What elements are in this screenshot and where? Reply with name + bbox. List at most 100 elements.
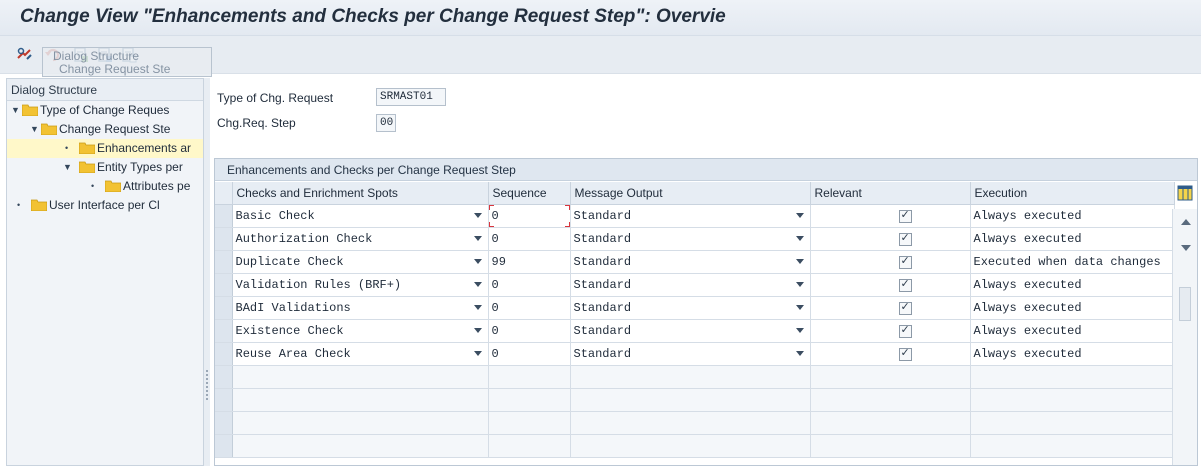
empty-cell[interactable] bbox=[570, 388, 811, 412]
row-selector[interactable] bbox=[215, 250, 233, 274]
checks-dropdown[interactable]: Duplicate Check bbox=[232, 250, 489, 274]
checks-dropdown[interactable]: BAdI Validations bbox=[232, 296, 489, 320]
dropdown-arrow-icon[interactable] bbox=[795, 258, 804, 264]
message-output-dropdown[interactable]: Standard bbox=[570, 342, 811, 366]
dropdown-arrow-icon[interactable] bbox=[795, 327, 804, 333]
tree-item-change-request-step[interactable]: ▼ Change Request Ste bbox=[7, 120, 203, 139]
row-selector[interactable] bbox=[215, 365, 233, 389]
sequence-input[interactable]: 0 bbox=[488, 273, 571, 297]
empty-cell[interactable] bbox=[232, 365, 489, 389]
dropdown-arrow-icon[interactable] bbox=[473, 281, 482, 287]
sequence-input[interactable]: 99 bbox=[488, 250, 571, 274]
empty-cell[interactable] bbox=[488, 411, 571, 435]
empty-cell[interactable] bbox=[970, 411, 1175, 435]
vertical-scrollbar[interactable] bbox=[1172, 209, 1197, 465]
table-row-empty[interactable] bbox=[215, 365, 1175, 389]
scroll-up-icon[interactable] bbox=[1181, 219, 1191, 225]
table-row[interactable]: Authorization Check 0 Standard Always execu… bbox=[215, 227, 1175, 251]
select-all-icon[interactable] bbox=[71, 45, 91, 65]
row-selector-header[interactable] bbox=[215, 182, 233, 205]
dropdown-arrow-icon[interactable] bbox=[473, 350, 482, 356]
dropdown-arrow-icon[interactable] bbox=[473, 235, 482, 241]
sequence-input[interactable]: 0 bbox=[488, 227, 571, 251]
row-selector[interactable] bbox=[215, 319, 233, 343]
panel-splitter[interactable] bbox=[204, 78, 210, 466]
dropdown-arrow-icon[interactable] bbox=[473, 304, 482, 310]
change-request-step-field[interactable]: 00 bbox=[376, 114, 396, 132]
message-output-dropdown[interactable]: Standard bbox=[570, 250, 811, 274]
tree-item-enhancements[interactable]: • Enhancements ar bbox=[7, 139, 203, 158]
column-settings-icon[interactable] bbox=[1177, 185, 1193, 201]
table-row[interactable]: Reuse Area Check 0 Standard Always executed bbox=[215, 342, 1175, 366]
empty-cell[interactable] bbox=[488, 434, 571, 458]
sequence-input[interactable]: 0 bbox=[488, 319, 571, 343]
row-selector[interactable] bbox=[215, 434, 233, 458]
relevant-checkbox[interactable] bbox=[898, 208, 912, 223]
tree-item-attributes[interactable]: • Attributes pe bbox=[7, 177, 203, 196]
checks-dropdown[interactable]: Existence Check bbox=[232, 319, 489, 343]
message-output-dropdown[interactable]: Standard bbox=[570, 319, 811, 343]
empty-cell[interactable] bbox=[810, 434, 971, 458]
row-selector[interactable] bbox=[215, 411, 233, 435]
select-block-icon[interactable] bbox=[95, 45, 115, 65]
row-selector[interactable] bbox=[215, 388, 233, 412]
dropdown-arrow-icon[interactable] bbox=[473, 327, 482, 333]
checks-dropdown[interactable]: Basic Check bbox=[232, 204, 489, 228]
sequence-input[interactable]: 0 bbox=[488, 204, 571, 228]
table-row[interactable]: Existence Check 0 Standard Always executed bbox=[215, 319, 1175, 343]
row-selector[interactable] bbox=[215, 273, 233, 297]
dropdown-arrow-icon[interactable] bbox=[795, 350, 804, 356]
sequence-input[interactable]: 0 bbox=[488, 296, 571, 320]
scroll-down-icon[interactable] bbox=[1181, 245, 1191, 251]
row-selector[interactable] bbox=[215, 227, 233, 251]
message-output-dropdown[interactable]: Standard bbox=[570, 204, 811, 228]
checks-dropdown[interactable]: Validation Rules (BRF+) bbox=[232, 273, 489, 297]
expand-arrow-icon[interactable]: ▼ bbox=[30, 120, 40, 139]
relevant-checkbox[interactable] bbox=[898, 300, 912, 315]
splitter-grip-icon[interactable] bbox=[206, 370, 208, 400]
expand-arrow-icon[interactable]: ▼ bbox=[63, 158, 73, 177]
empty-cell[interactable] bbox=[570, 411, 811, 435]
empty-cell[interactable] bbox=[970, 388, 1175, 412]
row-selector[interactable] bbox=[215, 296, 233, 320]
relevant-checkbox[interactable] bbox=[898, 346, 912, 361]
empty-cell[interactable] bbox=[810, 365, 971, 389]
row-selector[interactable] bbox=[215, 342, 233, 366]
empty-cell[interactable] bbox=[488, 388, 571, 412]
tree-item-user-interface[interactable]: • User Interface per Cl bbox=[7, 196, 203, 215]
message-output-dropdown[interactable]: Standard bbox=[570, 296, 811, 320]
table-row[interactable]: Basic Check 0 Standard Always executed bbox=[215, 204, 1175, 228]
column-header-message-output[interactable]: Message Output bbox=[570, 182, 811, 205]
table-row[interactable]: Duplicate Check 99 Standard Executed when d… bbox=[215, 250, 1175, 274]
message-output-dropdown[interactable]: Standard bbox=[570, 227, 811, 251]
table-row[interactable]: BAdI Validations 0 Standard Always executed bbox=[215, 296, 1175, 320]
table-row[interactable]: Validation Rules (BRF+) 0 Standard Always e… bbox=[215, 273, 1175, 297]
dropdown-arrow-icon[interactable] bbox=[795, 281, 804, 287]
empty-cell[interactable] bbox=[232, 434, 489, 458]
column-header-checks[interactable]: Checks and Enrichment Spots bbox=[232, 182, 489, 205]
sequence-input[interactable]: 0 bbox=[488, 342, 571, 366]
empty-cell[interactable] bbox=[810, 411, 971, 435]
tree-item-type-of-change-request[interactable]: ▼ Type of Change Reques bbox=[7, 101, 203, 120]
deselect-all-icon[interactable] bbox=[119, 45, 139, 65]
dropdown-arrow-icon[interactable] bbox=[795, 304, 804, 310]
display-change-icon[interactable] bbox=[15, 45, 35, 65]
relevant-checkbox[interactable] bbox=[898, 254, 912, 269]
relevant-checkbox[interactable] bbox=[898, 323, 912, 338]
empty-cell[interactable] bbox=[488, 365, 571, 389]
dropdown-arrow-icon[interactable] bbox=[473, 212, 482, 218]
table-row-empty[interactable] bbox=[215, 411, 1175, 435]
scroll-thumb[interactable] bbox=[1179, 287, 1191, 321]
message-output-dropdown[interactable]: Standard bbox=[570, 273, 811, 297]
dropdown-arrow-icon[interactable] bbox=[795, 212, 804, 218]
tree-item-entity-types[interactable]: ▼ Entity Types per bbox=[7, 158, 203, 177]
checks-dropdown[interactable]: Authorization Check bbox=[232, 227, 489, 251]
relevant-checkbox[interactable] bbox=[898, 277, 912, 292]
relevant-checkbox[interactable] bbox=[898, 231, 912, 246]
empty-cell[interactable] bbox=[970, 365, 1175, 389]
column-header-execution[interactable]: Execution bbox=[970, 182, 1175, 205]
dropdown-arrow-icon[interactable] bbox=[795, 235, 804, 241]
empty-cell[interactable] bbox=[570, 434, 811, 458]
type-of-change-request-field[interactable]: SRMAST01 bbox=[376, 88, 446, 106]
empty-cell[interactable] bbox=[970, 434, 1175, 458]
